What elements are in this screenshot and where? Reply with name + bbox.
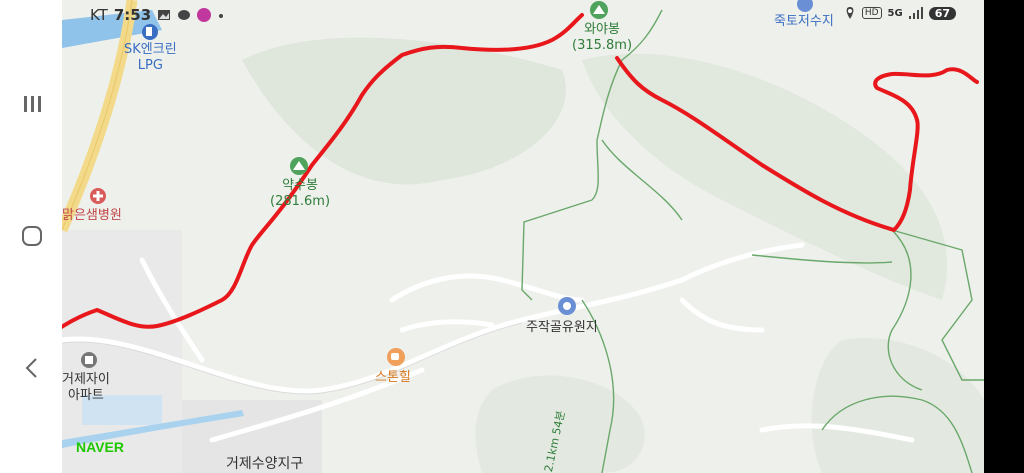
hospital-label: 맑은샘병원 — [62, 208, 122, 223]
forest-area — [242, 37, 566, 185]
district-label: 거제수양지구 — [226, 456, 304, 472]
forest-area — [811, 338, 984, 473]
reservoir-marker[interactable] — [797, 0, 813, 12]
naver-logo: NAVER — [76, 439, 124, 455]
battery-level: 67 — [928, 6, 956, 20]
android-navigation-bar — [0, 0, 62, 473]
signal-strength-icon — [908, 7, 923, 19]
home-icon — [22, 226, 42, 246]
carrier-label: KT — [90, 6, 108, 24]
gas-station-label: SK엔크린 LPG — [124, 42, 177, 74]
more-notifications-icon — [219, 14, 224, 18]
status-bar-right: HD 5G 67 — [844, 6, 956, 20]
peak-name: 약수봉 — [282, 178, 318, 193]
gas-station-marker[interactable] — [142, 24, 158, 40]
peak-elevation: (281.6m) — [270, 194, 331, 209]
cafe-marker[interactable] — [387, 348, 405, 366]
hd-voice-badge: HD — [861, 7, 882, 19]
back-icon — [25, 358, 37, 378]
recent-apps-icon — [24, 96, 41, 112]
peak-label-yaksubong: 약수봉 (281.6m) — [270, 178, 330, 210]
peak-marker-yaksubong[interactable] — [290, 157, 308, 175]
park-label: 주작골유원지 — [526, 320, 598, 335]
network-type: 5G — [887, 7, 903, 19]
apartment-marker[interactable] — [81, 352, 97, 368]
clock: 7:53 — [113, 6, 152, 24]
apartment-label: 거제자이 아파트 — [62, 372, 110, 403]
reservoir-label: 죽토저수지 — [774, 14, 834, 29]
location-icon — [846, 7, 854, 19]
gallery-notification-icon — [158, 10, 171, 20]
back-button[interactable] — [16, 352, 48, 384]
app-notification-icon — [197, 8, 212, 22]
cafe-label: 스톤힐 — [375, 370, 411, 385]
forest-area — [582, 53, 948, 300]
peak-label-wayabong: 와야봉 (315.8m) — [572, 22, 632, 54]
status-bar-left: KT 7:53 — [90, 6, 225, 24]
screen-edge — [984, 0, 1024, 473]
map-canvas[interactable] — [62, 0, 984, 473]
park-marker[interactable] — [558, 297, 576, 315]
peak-name: 와야봉 — [584, 22, 620, 37]
map-view[interactable]: KT 7:53 HD 5G 67 SK엔크린 LPG 맑은샘병원 거제자이 아파… — [62, 0, 984, 473]
hospital-marker[interactable] — [90, 188, 106, 204]
recent-apps-button[interactable] — [16, 88, 48, 120]
peak-marker-wayabong[interactable] — [590, 1, 608, 19]
gas-station-name: SK엔크린 LPG — [124, 42, 177, 73]
home-button[interactable] — [16, 220, 48, 252]
chat-notification-icon — [178, 10, 191, 20]
peak-elevation: (315.8m) — [572, 38, 633, 53]
